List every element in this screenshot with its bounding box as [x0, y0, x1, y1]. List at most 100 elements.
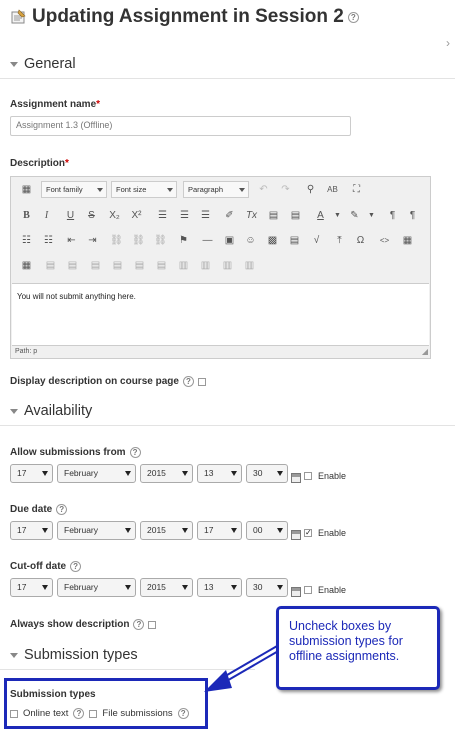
- help-icon[interactable]: ?: [347, 11, 359, 23]
- font-size-dropdown[interactable]: Font size: [111, 181, 177, 198]
- ltr-icon[interactable]: ¶: [384, 207, 401, 224]
- editor-content[interactable]: You will not submit anything here.: [12, 283, 429, 346]
- manage-files-icon[interactable]: ▤: [286, 232, 303, 249]
- day-select[interactable]: 17: [10, 578, 53, 597]
- enable-checkbox[interactable]: ✓: [304, 529, 312, 537]
- underline-icon[interactable]: U: [62, 207, 79, 224]
- superscript-icon[interactable]: X²: [128, 207, 145, 224]
- assignment-name-input[interactable]: Assignment 1.3 (Offline): [10, 116, 351, 136]
- description-editor[interactable]: ▦ Font family Font size Paragraph ↶ ↷ ⚲ …: [10, 176, 431, 359]
- table-row-below-icon[interactable]: ▤: [153, 257, 170, 274]
- section-availability[interactable]: Availability: [10, 403, 92, 419]
- paste-word-icon[interactable]: ▤: [287, 207, 304, 224]
- clean-formatting-icon[interactable]: ✐: [221, 207, 238, 224]
- calendar-icon[interactable]: [291, 587, 301, 597]
- hour-select[interactable]: 13: [197, 464, 242, 483]
- redo-icon[interactable]: ↷: [277, 181, 294, 198]
- numbered-list-icon[interactable]: ☷: [40, 232, 57, 249]
- table-merge-icon[interactable]: ▥: [241, 257, 258, 274]
- paste-text-icon[interactable]: ▤: [265, 207, 282, 224]
- paragraph-dropdown[interactable]: Paragraph: [183, 181, 249, 198]
- table-col-after-icon[interactable]: ▥: [197, 257, 214, 274]
- dropdown-label: Paragraph: [188, 185, 224, 194]
- chevron-down-icon: [42, 528, 48, 533]
- table-row-above-icon[interactable]: ▤: [131, 257, 148, 274]
- display-description-checkbox[interactable]: [197, 377, 206, 386]
- rtl-icon[interactable]: ¶: [404, 207, 421, 224]
- day-select[interactable]: 17: [10, 521, 53, 540]
- bold-icon[interactable]: B: [18, 207, 35, 224]
- replace-icon[interactable]: AB: [324, 181, 341, 198]
- special-character-icon[interactable]: Ω: [352, 232, 369, 249]
- display-description-label: Display description on course page: [10, 376, 179, 387]
- italic-icon[interactable]: I: [38, 207, 55, 224]
- year-select[interactable]: 2015: [140, 464, 193, 483]
- chevron-down-icon: [125, 585, 131, 590]
- emoticon-icon[interactable]: ☺: [242, 232, 259, 249]
- help-icon[interactable]: ?: [56, 504, 68, 515]
- calendar-icon[interactable]: [291, 530, 301, 540]
- record-icon[interactable]: ⤒: [331, 232, 348, 249]
- table-insert-icon[interactable]: ▤: [87, 257, 104, 274]
- year-select[interactable]: 2015: [140, 521, 193, 540]
- table-delete-icon[interactable]: ▤: [109, 257, 126, 274]
- indent-icon[interactable]: ⇥: [84, 232, 101, 249]
- month-select[interactable]: February: [57, 521, 136, 540]
- minute-select[interactable]: 30: [246, 578, 288, 597]
- html-icon[interactable]: <>: [376, 232, 393, 249]
- chevron-right-icon[interactable]: ›: [446, 36, 450, 50]
- spellcheck-icon[interactable]: ▦: [399, 232, 416, 249]
- clear-formatting-icon[interactable]: Tx: [243, 207, 260, 224]
- enable-checkbox[interactable]: [304, 586, 312, 594]
- calendar-icon[interactable]: [291, 473, 301, 483]
- help-icon[interactable]: ?: [129, 447, 141, 458]
- month-select[interactable]: February: [57, 464, 136, 483]
- table-cell-icon[interactable]: ▤: [64, 257, 81, 274]
- resize-handle-icon[interactable]: ◢: [422, 347, 428, 356]
- help-icon[interactable]: ?: [70, 561, 82, 572]
- help-icon[interactable]: ?: [182, 376, 194, 387]
- table-col-before-icon[interactable]: ▥: [175, 257, 192, 274]
- hour-select[interactable]: 17: [197, 521, 242, 540]
- text-color-icon[interactable]: A: [312, 207, 329, 224]
- year-select[interactable]: 2015: [140, 578, 193, 597]
- align-right-icon[interactable]: ☰: [197, 207, 214, 224]
- link-icon[interactable]: ⛓: [108, 232, 125, 249]
- horizontal-rule-icon[interactable]: —: [199, 232, 216, 249]
- unlink-icon[interactable]: ⛓: [130, 232, 147, 249]
- toolbar-toggle-icon[interactable]: ▦: [18, 181, 35, 198]
- text-color-chevron-icon[interactable]: ▼: [329, 207, 346, 224]
- minute-select[interactable]: 30: [246, 464, 288, 483]
- anchor-icon[interactable]: ⚑: [175, 232, 192, 249]
- undo-icon[interactable]: ↶: [255, 181, 272, 198]
- font-family-dropdown[interactable]: Font family: [41, 181, 107, 198]
- table-row-icon[interactable]: ▤: [42, 257, 59, 274]
- section-general[interactable]: General: [10, 56, 76, 72]
- find-icon[interactable]: ⚲: [302, 181, 319, 198]
- day-select[interactable]: 17: [10, 464, 53, 483]
- bullet-list-icon[interactable]: ☷: [18, 232, 35, 249]
- media-icon[interactable]: ▩: [264, 232, 281, 249]
- table-split-icon[interactable]: ▥: [219, 257, 236, 274]
- help-icon[interactable]: ?: [133, 619, 145, 630]
- enable-checkbox[interactable]: [304, 472, 312, 480]
- fullscreen-icon[interactable]: ⛶: [348, 181, 365, 198]
- cutoff-date-label: Cut-off date?: [10, 561, 82, 572]
- moodle-link-icon[interactable]: ⛓: [152, 232, 169, 249]
- strikethrough-icon[interactable]: S: [83, 207, 100, 224]
- label-text: Cut-off date: [10, 561, 67, 572]
- equation-icon[interactable]: √: [308, 232, 325, 249]
- subscript-icon[interactable]: X₂: [106, 207, 123, 224]
- background-color-chevron-icon[interactable]: ▼: [363, 207, 380, 224]
- align-center-icon[interactable]: ☰: [176, 207, 193, 224]
- outdent-icon[interactable]: ⇤: [63, 232, 80, 249]
- minute-select[interactable]: 00: [246, 521, 288, 540]
- image-icon[interactable]: ▣: [221, 232, 238, 249]
- align-left-icon[interactable]: ☰: [154, 207, 171, 224]
- section-submission-types[interactable]: Submission types: [10, 647, 138, 663]
- always-show-description-checkbox[interactable]: [148, 620, 157, 629]
- table-icon[interactable]: ▦: [18, 257, 35, 274]
- month-select[interactable]: February: [57, 578, 136, 597]
- hour-select[interactable]: 13: [197, 578, 242, 597]
- background-color-icon[interactable]: ✎: [346, 207, 363, 224]
